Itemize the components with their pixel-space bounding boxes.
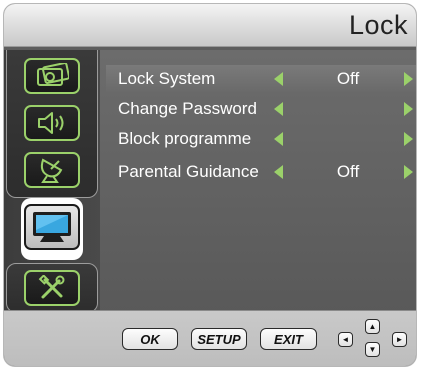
right-arrow-icon[interactable]: [404, 164, 413, 179]
dpad-down-button[interactable]: ▼: [365, 342, 380, 357]
right-arrow-icon[interactable]: [404, 71, 413, 86]
setup-button[interactable]: SETUP: [191, 328, 247, 350]
sidebar-item-setup[interactable]: [24, 270, 80, 306]
down-triangle-icon: ▼: [368, 345, 377, 354]
sidebar-item-picture[interactable]: [24, 58, 80, 94]
menu-row-block-programme[interactable]: Block programme: [106, 125, 416, 152]
left-arrow-icon[interactable]: [274, 71, 283, 86]
exit-button[interactable]: EXIT: [260, 328, 317, 350]
menu-row-parental-guidance[interactable]: Parental Guidance Off: [106, 158, 416, 185]
speaker-icon: [38, 112, 64, 134]
sidebar: [4, 50, 100, 313]
dpad-up-button[interactable]: ▲: [365, 319, 380, 334]
left-arrow-icon[interactable]: [274, 164, 283, 179]
sidebar-item-lock[interactable]: [24, 204, 80, 250]
menu-row-label: Lock System: [118, 68, 216, 88]
sidebar-group-bottom: [6, 263, 98, 313]
sidebar-group-top: [6, 50, 98, 198]
up-triangle-icon: ▲: [368, 322, 377, 331]
menu-row-label: Parental Guidance: [118, 161, 259, 181]
monitor-icon: [33, 212, 71, 242]
picture-icon: [37, 63, 69, 86]
right-triangle-icon: ►: [395, 335, 404, 344]
ok-button[interactable]: OK: [122, 328, 178, 350]
left-triangle-icon: ◄: [341, 335, 350, 344]
sidebar-item-channel[interactable]: [24, 152, 80, 188]
right-arrow-icon[interactable]: [404, 101, 413, 116]
title-bar: Lock: [4, 4, 416, 47]
menu-row-label: Change Password: [118, 98, 257, 118]
menu-row-label: Block programme: [118, 128, 252, 148]
left-arrow-icon[interactable]: [274, 131, 283, 146]
menu-row-change-password[interactable]: Change Password: [106, 95, 416, 122]
menu-row-value: Off: [336, 68, 360, 88]
satellite-dish-icon: [40, 158, 63, 183]
menu-row-lock-system[interactable]: Lock System Off: [106, 65, 416, 92]
sidebar-item-sound[interactable]: [24, 105, 80, 141]
menu-row-value: Off: [336, 161, 360, 181]
dpad-left-button[interactable]: ◄: [338, 332, 353, 347]
osd-window: Lock Lock System Off Change Password Blo…: [3, 3, 417, 367]
dpad-right-button[interactable]: ►: [392, 332, 407, 347]
right-arrow-icon[interactable]: [404, 131, 413, 146]
page-title: Lock: [348, 10, 408, 40]
left-arrow-icon[interactable]: [274, 101, 283, 116]
footer-key-bar: OK SETUP EXIT ◄ ▲ ▼ ►: [4, 310, 416, 366]
tools-icon: [38, 275, 65, 299]
menu-panel: Lock System Off Change Password Block pr…: [100, 50, 416, 313]
